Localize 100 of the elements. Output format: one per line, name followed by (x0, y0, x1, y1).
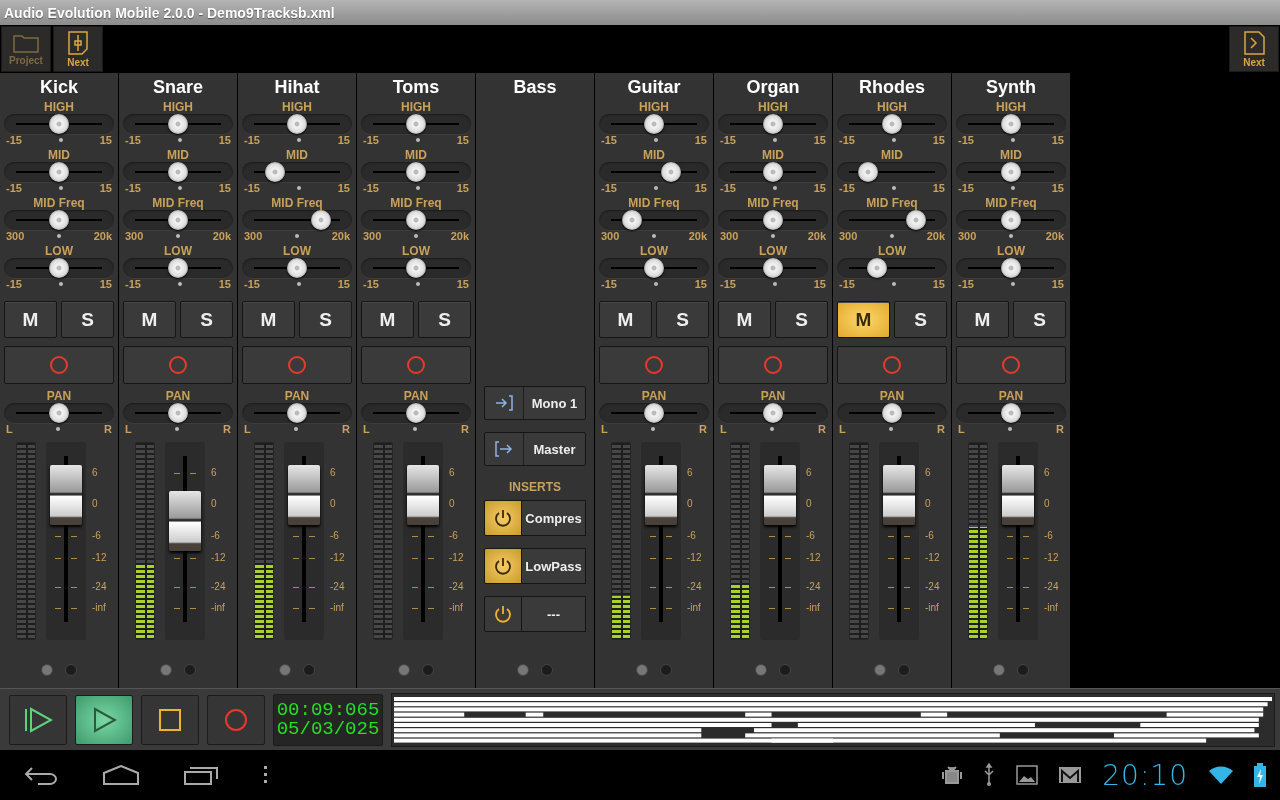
slider-thumb[interactable] (265, 162, 285, 182)
slider-track[interactable] (123, 403, 233, 423)
slider-track[interactable] (718, 258, 828, 278)
fader-thumb[interactable] (50, 465, 82, 526)
slider-track[interactable] (599, 403, 709, 423)
slider-track[interactable] (599, 114, 709, 134)
slider-thumb[interactable] (763, 403, 783, 423)
fader-track[interactable] (879, 442, 919, 640)
slider-track[interactable] (599, 210, 709, 230)
routing-button[interactable]: Master (484, 432, 586, 466)
slider-track[interactable] (956, 210, 1066, 230)
slider-track[interactable] (837, 258, 947, 278)
fader-thumb[interactable] (407, 465, 439, 526)
slider-thumb[interactable] (406, 258, 426, 278)
slider-thumb[interactable] (49, 258, 69, 278)
solo-button[interactable]: S (61, 301, 114, 338)
mute-button[interactable]: M (718, 301, 771, 338)
slider-thumb[interactable] (763, 210, 783, 230)
solo-button[interactable]: S (1013, 301, 1066, 338)
back-icon[interactable] (24, 765, 58, 785)
power-toggle[interactable] (484, 596, 522, 632)
slider-thumb[interactable] (644, 114, 664, 134)
insert-effect-slot[interactable]: Compres (522, 500, 586, 536)
mute-button[interactable]: M (956, 301, 1009, 338)
slider-thumb[interactable] (168, 210, 188, 230)
record-arm-button[interactable] (837, 346, 947, 384)
slider-track[interactable] (837, 210, 947, 230)
slider-track[interactable] (242, 403, 352, 423)
slider-thumb[interactable] (406, 403, 426, 423)
slider-track[interactable] (4, 258, 114, 278)
slider-track[interactable] (123, 258, 233, 278)
fader-thumb[interactable] (764, 465, 796, 526)
record-arm-button[interactable] (361, 346, 471, 384)
slider-thumb[interactable] (660, 162, 681, 182)
slider-thumb[interactable] (906, 210, 927, 230)
slider-track[interactable] (361, 258, 471, 278)
slider-thumb[interactable] (1001, 162, 1021, 182)
mute-button[interactable]: M (123, 301, 176, 338)
slider-thumb[interactable] (763, 114, 783, 134)
slider-track[interactable] (4, 403, 114, 423)
solo-button[interactable]: S (299, 301, 352, 338)
record-arm-button[interactable] (599, 346, 709, 384)
solo-button[interactable]: S (656, 301, 709, 338)
slider-thumb[interactable] (49, 114, 69, 134)
fader-thumb[interactable] (169, 491, 201, 552)
slider-track[interactable] (718, 114, 828, 134)
slider-track[interactable] (837, 162, 947, 182)
slider-thumb[interactable] (1001, 403, 1021, 423)
slider-thumb[interactable] (763, 258, 783, 278)
slider-thumb[interactable] (168, 258, 188, 278)
fader-thumb[interactable] (1002, 465, 1034, 526)
slider-track[interactable] (361, 162, 471, 182)
routing-button[interactable]: Mono 1 (484, 386, 586, 420)
transport-button[interactable] (9, 694, 67, 745)
slider-track[interactable] (4, 162, 114, 182)
mute-button[interactable]: M (837, 301, 890, 338)
slider-thumb[interactable] (406, 114, 426, 134)
toolbar-button[interactable]: Next (53, 26, 103, 72)
mute-button[interactable]: M (242, 301, 295, 338)
slider-thumb[interactable] (49, 403, 69, 423)
record-arm-button[interactable] (956, 346, 1066, 384)
record-arm-button[interactable] (123, 346, 233, 384)
mute-button[interactable]: M (361, 301, 414, 338)
fader-track[interactable] (46, 442, 86, 640)
slider-thumb[interactable] (49, 162, 69, 182)
fader-track[interactable] (641, 442, 681, 640)
slider-track[interactable] (361, 403, 471, 423)
slider-track[interactable] (123, 210, 233, 230)
slider-track[interactable] (123, 162, 233, 182)
home-icon[interactable] (103, 765, 139, 785)
slider-thumb[interactable] (168, 403, 188, 423)
slider-thumb[interactable] (287, 258, 307, 278)
slider-thumb[interactable] (644, 258, 664, 278)
toolbar-button[interactable]: Next (1229, 26, 1279, 72)
slider-thumb[interactable] (857, 162, 878, 182)
insert-effect-slot[interactable]: LowPass (522, 548, 586, 584)
slider-track[interactable] (956, 162, 1066, 182)
slider-track[interactable] (956, 258, 1066, 278)
slider-track[interactable] (718, 210, 828, 230)
recent-apps-icon[interactable] (184, 765, 218, 785)
power-toggle[interactable] (484, 548, 522, 584)
slider-track[interactable] (599, 258, 709, 278)
slider-thumb[interactable] (866, 258, 887, 278)
slider-track[interactable] (4, 210, 114, 230)
slider-track[interactable] (718, 162, 828, 182)
fader-track[interactable] (760, 442, 800, 640)
slider-thumb[interactable] (763, 162, 783, 182)
slider-thumb[interactable] (287, 114, 307, 134)
slider-track[interactable] (361, 210, 471, 230)
slider-thumb[interactable] (168, 114, 188, 134)
slider-track[interactable] (361, 114, 471, 134)
slider-thumb[interactable] (622, 210, 642, 230)
transport-button[interactable] (141, 694, 199, 745)
slider-track[interactable] (599, 162, 709, 182)
slider-thumb[interactable] (1001, 114, 1021, 134)
slider-thumb[interactable] (287, 403, 307, 423)
slider-track[interactable] (242, 210, 352, 230)
solo-button[interactable]: S (894, 301, 947, 338)
fader-track[interactable] (403, 442, 443, 640)
record-arm-button[interactable] (4, 346, 114, 384)
